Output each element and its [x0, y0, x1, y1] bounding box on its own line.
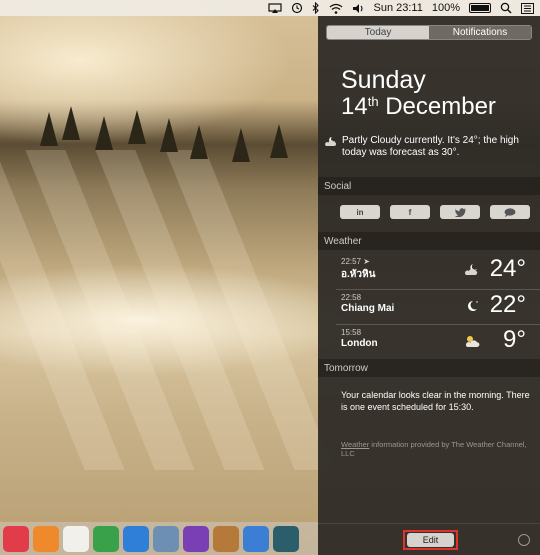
numbers-icon[interactable] [93, 525, 119, 552]
twitter-share-button[interactable] [440, 205, 480, 219]
notification-center: Today Notifications Sunday 14th December… [318, 16, 540, 555]
section-header-tomorrow: Tomorrow [318, 359, 540, 377]
time-machine-icon[interactable] [273, 525, 299, 552]
notification-center-footer: Edit [318, 523, 540, 555]
tree [160, 118, 178, 152]
partly-cloudy-night-icon [325, 137, 336, 146]
pages-icon[interactable] [63, 525, 89, 552]
weather-city: อ.หัวหิน [341, 269, 376, 280]
dock [0, 522, 318, 555]
weather-time: 22:58 [341, 293, 362, 302]
tree [190, 125, 208, 159]
battery-percent: 100% [431, 2, 460, 14]
date-number: 14 [341, 93, 368, 120]
messages-share-button[interactable] [490, 205, 530, 219]
section-header-social: Social [318, 177, 540, 195]
tree [232, 128, 250, 162]
moon-icon [468, 301, 478, 311]
partly-sunny-icon [465, 336, 480, 347]
facebook-share-button[interactable]: f [390, 205, 430, 219]
tab-today[interactable]: Today [327, 26, 429, 39]
section-header-weather: Weather [318, 232, 540, 250]
tree [128, 110, 146, 144]
imovie-icon[interactable] [183, 525, 209, 552]
weather-credit: Weather information provided by The Weat… [341, 440, 531, 458]
weather-credit-link[interactable]: Weather [341, 440, 369, 449]
garageband-icon[interactable] [213, 525, 239, 552]
date-month: December [385, 93, 496, 120]
spotlight-icon[interactable] [500, 0, 512, 16]
weather-temp: 9° [503, 326, 526, 353]
edit-button[interactable]: Edit [407, 533, 454, 547]
xcode-icon[interactable] [243, 525, 269, 552]
airplay-icon[interactable] [267, 0, 282, 16]
social-buttons: in f [340, 205, 530, 219]
weather-city: London [341, 338, 378, 349]
tomorrow-summary: Your calendar looks clear in the morning… [341, 390, 530, 412]
weather-row[interactable]: 22:57 ➤ อ.หัวหิน 24° [318, 254, 540, 287]
forecast-text: Partly Cloudy currently. It's 24°; the h… [342, 135, 519, 158]
partly-cloudy-night-icon [465, 264, 478, 275]
date-full: 14th December [341, 93, 496, 121]
tree [95, 116, 113, 150]
volume-icon[interactable] [352, 0, 365, 16]
twitter-icon [454, 207, 466, 217]
weather-temp: 22° [489, 291, 526, 318]
tree [62, 106, 80, 140]
notification-center-icon[interactable] [521, 0, 534, 16]
weather-temp: 24° [489, 255, 526, 282]
weather-city: Chiang Mai [341, 303, 395, 314]
menu-bar: Sun 23:11 100% [0, 0, 540, 16]
gear-icon[interactable] [518, 534, 530, 546]
weather-row[interactable]: 15:58 London 9° [318, 325, 540, 358]
tab-notifications[interactable]: Notifications [429, 26, 531, 39]
date-weekday: Sunday [341, 66, 426, 94]
linkedin-icon: in [356, 207, 364, 217]
clock-text[interactable]: Sun 23:11 [374, 0, 423, 16]
itunes-icon[interactable] [3, 525, 29, 552]
wifi-icon[interactable] [329, 0, 343, 16]
tree [270, 124, 288, 158]
linkedin-share-button[interactable]: in [340, 205, 380, 219]
date-ordinal: th [367, 94, 379, 109]
preview-icon[interactable] [153, 525, 179, 552]
bluetooth-icon[interactable] [312, 0, 320, 16]
weather-time: 22:57 ➤ [341, 257, 370, 266]
keynote-icon[interactable] [123, 525, 149, 552]
location-arrow-icon: ➤ [363, 257, 370, 266]
ibooks-icon[interactable] [33, 525, 59, 552]
view-segmented-control: Today Notifications [326, 25, 532, 40]
weather-credit-text: information provided by The Weather Chan… [341, 440, 527, 458]
battery-icon[interactable] [469, 0, 491, 16]
weather-row[interactable]: 22:58 Chiang Mai 22° [318, 290, 540, 323]
messages-icon [504, 207, 516, 217]
time-machine-icon[interactable] [291, 0, 303, 16]
tree [40, 112, 58, 146]
facebook-icon: f [408, 207, 412, 217]
weather-time: 15:58 [341, 328, 362, 337]
